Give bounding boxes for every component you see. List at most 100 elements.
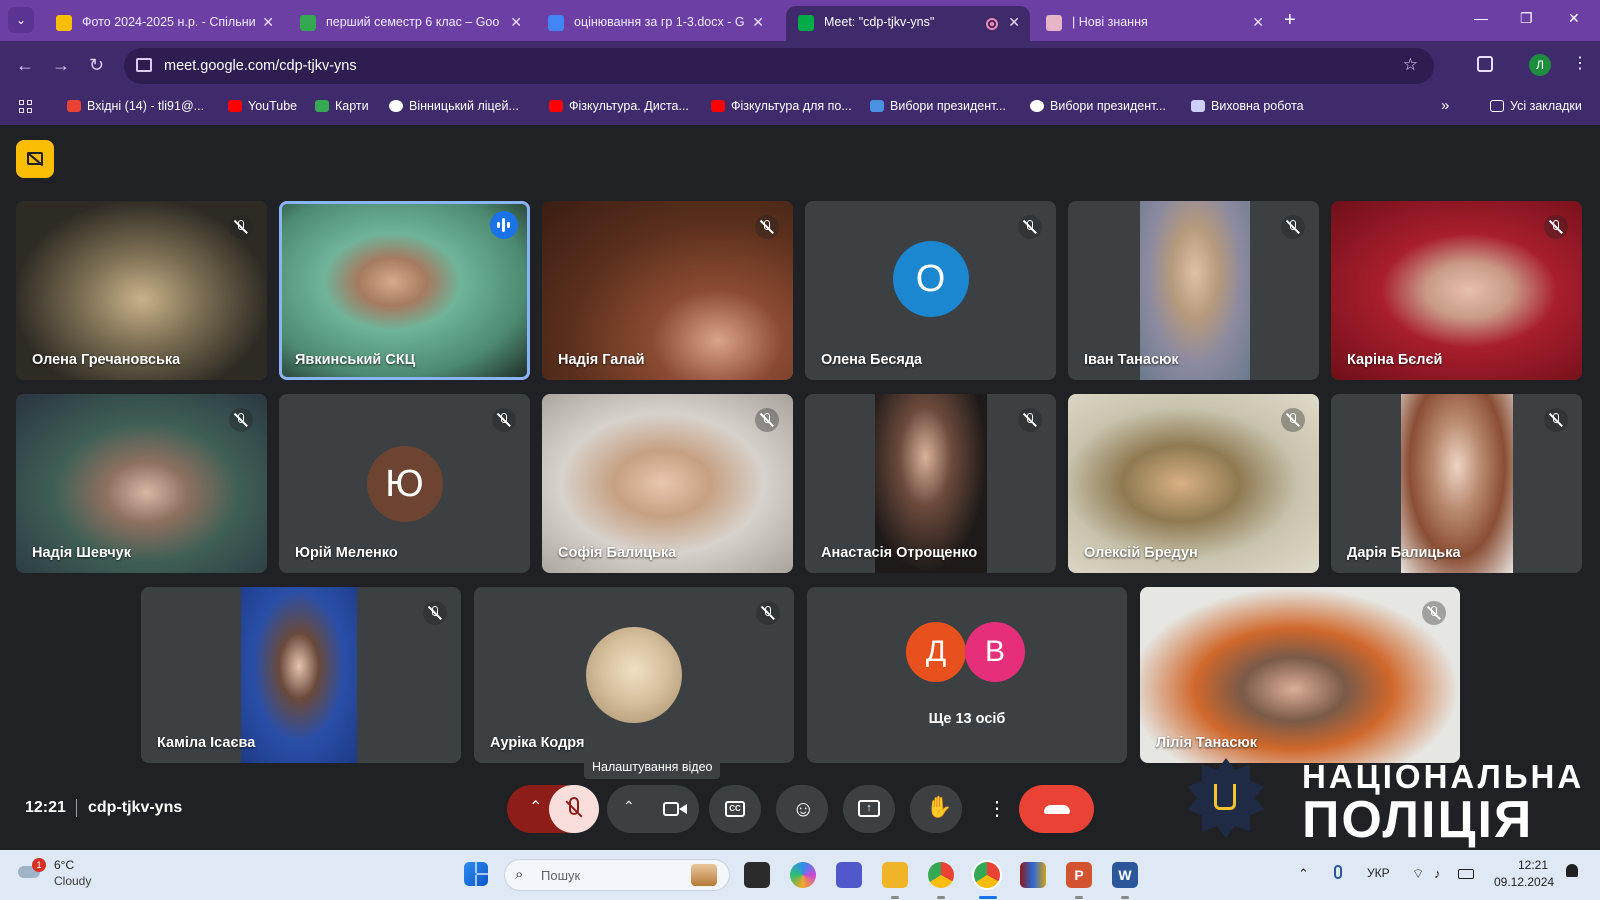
participant-tile[interactable]: Надія Шевчук (16, 394, 267, 573)
participant-tile[interactable]: Лілія Танасюк (1140, 587, 1460, 763)
all-bookmarks-folder[interactable]: Усі закладки (1490, 99, 1582, 113)
taskbar-date[interactable]: 09.12.2024 (1494, 875, 1554, 889)
new-tab-button[interactable]: + (1284, 9, 1296, 32)
copilot-icon[interactable] (790, 862, 816, 888)
bookmark-star-icon[interactable]: ☆ (1403, 55, 1418, 75)
bookmark-education[interactable]: Виховна робота (1191, 99, 1304, 113)
wifi-icon[interactable]: ⌔ (1412, 866, 1424, 882)
mic-off-icon (229, 215, 253, 239)
forward-button[interactable]: → (52, 55, 70, 76)
apps-grid-icon[interactable] (19, 100, 33, 114)
participant-tile[interactable]: Явкинський СКЦ (279, 201, 530, 380)
captions-icon: CC (725, 801, 745, 817)
restore-button[interactable]: ❐ (1520, 10, 1533, 27)
reactions-button[interactable]: ☺ (776, 785, 828, 833)
camera-button[interactable]: ⌃ (607, 785, 699, 833)
bookmark-youtube[interactable]: YouTube (228, 99, 297, 113)
more-options-button[interactable]: ⋮ (976, 785, 1008, 833)
mic-off-icon (423, 601, 447, 625)
close-icon[interactable]: ✕ (1252, 14, 1264, 31)
mic-off-icon (1544, 408, 1568, 432)
close-icon[interactable]: ✕ (1008, 14, 1020, 31)
raise-hand-button[interactable]: ✋ (910, 785, 962, 833)
browser-menu-icon[interactable]: ⋮ (1572, 53, 1588, 73)
participant-tile[interactable]: Софія Балицька (542, 394, 793, 573)
google-drive-icon (300, 15, 316, 31)
bookmark-elections-2[interactable]: Вибори президент... (1030, 99, 1166, 113)
task-view-icon[interactable] (744, 862, 770, 888)
participant-name: Каміла Ісаєва (157, 735, 256, 751)
extensions-icon[interactable] (1477, 56, 1493, 72)
close-icon[interactable]: ✕ (262, 14, 274, 31)
notifications-bell-icon[interactable] (1566, 864, 1578, 877)
tab-grading[interactable]: оцінювання за гр 1-3.docx - G ✕ (536, 6, 774, 41)
bookmark-elections-1[interactable]: Вибори президент... (870, 99, 1006, 113)
participant-name: Іван Танасюк (1084, 352, 1179, 368)
reload-button[interactable]: ↻ (89, 55, 104, 76)
participant-tile[interactable]: Ю Юрій Меленко (279, 394, 530, 573)
present-button[interactable]: ↑ (843, 785, 895, 833)
teams-icon[interactable] (836, 862, 862, 888)
close-icon[interactable]: ✕ (510, 14, 522, 31)
bookmark-pe-for[interactable]: Фізкультура для по... (711, 99, 852, 113)
taskbar-search[interactable]: ⌕ Пошук (504, 859, 730, 891)
windows-taskbar: 1 6°C Cloudy ⌕ Пошук P W ⌃ УКР ⌔ ♪ 12:21… (0, 850, 1600, 900)
tab-search-button[interactable]: ⌄ (8, 7, 34, 33)
close-window-button[interactable]: ✕ (1568, 10, 1580, 27)
tab-meet[interactable]: Meet: "cdp-tjkv-yns" ✕ (786, 6, 1030, 41)
site-info-icon[interactable] (136, 58, 152, 72)
profile-avatar[interactable]: Л (1529, 54, 1551, 76)
bookmark-lyceum[interactable]: Вінницький ліцей... (389, 99, 519, 113)
winrar-icon[interactable] (1020, 862, 1046, 888)
word-icon[interactable]: W (1112, 862, 1138, 888)
mic-off-icon (229, 408, 253, 432)
folder-icon (1490, 100, 1504, 112)
url-text: meet.google.com/cdp-tjkv-yns (164, 58, 357, 74)
participant-tile[interactable]: Надія Галай (542, 201, 793, 380)
bookmark-inbox[interactable]: Вхідні (14) - tli91@... (67, 99, 204, 113)
mic-off-icon (1544, 215, 1568, 239)
weather-widget[interactable]: 1 6°C Cloudy (18, 858, 91, 888)
back-button[interactable]: ← (16, 55, 34, 76)
participant-tile[interactable]: Олексій Бредун (1068, 394, 1319, 573)
participant-tile[interactable]: Олена Гречановська (16, 201, 267, 380)
battery-icon[interactable] (1458, 869, 1474, 879)
site-icon (870, 100, 884, 112)
close-icon[interactable]: ✕ (752, 14, 764, 31)
participant-tile[interactable]: Іван Танасюк (1068, 201, 1319, 380)
chevron-up-icon: ⌃ (623, 798, 635, 814)
language-indicator[interactable]: УКР (1367, 866, 1390, 880)
site-icon (1046, 15, 1062, 31)
minimize-button[interactable]: — (1474, 10, 1488, 26)
tab-semester[interactable]: перший семестр 6 клас – Goo ✕ (288, 6, 532, 41)
participant-tile[interactable]: Каріна Бєлєй (1331, 201, 1582, 380)
more-bookmarks-icon[interactable]: » (1441, 97, 1449, 114)
file-explorer-icon[interactable] (882, 862, 908, 888)
mic-off-icon (1281, 408, 1305, 432)
windows-start-icon[interactable] (464, 862, 488, 886)
captions-button[interactable]: CC (709, 785, 761, 833)
chrome-profile-icon[interactable] (974, 862, 1000, 888)
chrome-icon[interactable] (928, 862, 954, 888)
bookmark-maps[interactable]: Карти (315, 99, 369, 113)
recording-badge-icon[interactable] (16, 140, 54, 178)
participant-tile[interactable]: Анастасія Отрощенко (805, 394, 1056, 573)
powerpoint-icon[interactable]: P (1066, 862, 1092, 888)
participant-name: Каріна Бєлєй (1347, 352, 1443, 368)
tab-new-knowledge[interactable]: | Нові знання ✕ (1034, 6, 1274, 41)
participant-tile[interactable]: Дарія Балицька (1331, 394, 1582, 573)
leave-call-button[interactable] (1019, 785, 1094, 833)
taskbar-clock[interactable]: 12:21 (1496, 858, 1548, 872)
others-tile[interactable]: Д В Ще 13 осіб (807, 587, 1127, 763)
bookmark-pe-distance[interactable]: Фізкультура. Диста... (549, 99, 689, 113)
youtube-icon (549, 100, 563, 112)
participant-tile[interactable]: Аурiка Кодря (474, 587, 794, 763)
address-bar[interactable]: meet.google.com/cdp-tjkv-yns ☆ (124, 48, 1434, 84)
participant-tile[interactable]: Каміла Ісаєва (141, 587, 461, 763)
microphone-button[interactable] (549, 785, 599, 833)
chevron-up-icon[interactable]: ⌃ (1298, 866, 1309, 882)
microphone-icon[interactable] (1334, 865, 1342, 879)
volume-icon[interactable]: ♪ (1434, 866, 1441, 881)
tab-photos[interactable]: Фото 2024-2025 н.р. - Спільни ✕ (44, 6, 284, 41)
participant-tile[interactable]: О Олена Бесяда (805, 201, 1056, 380)
